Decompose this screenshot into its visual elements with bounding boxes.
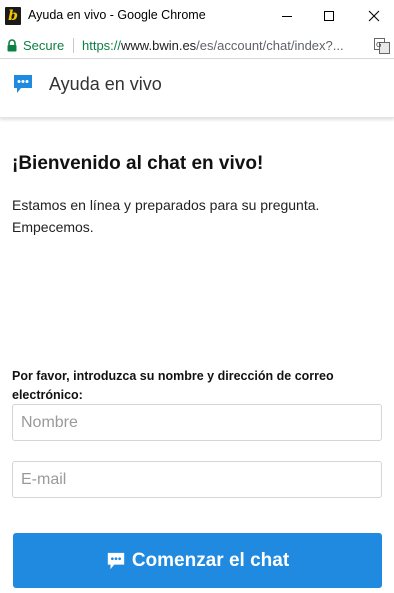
address-divider — [73, 38, 74, 53]
close-icon — [368, 10, 380, 22]
welcome-message: Estamos en línea y preparados para su pr… — [12, 194, 382, 238]
minimize-button[interactable] — [274, 4, 300, 28]
minimize-icon — [282, 16, 292, 17]
start-chat-label: Comenzar el chat — [131, 549, 290, 571]
chat-bubble-icon — [14, 75, 32, 93]
window-title: Ayuda en vivo - Google Chrome — [28, 8, 206, 22]
maximize-icon — [324, 11, 334, 21]
url-text[interactable]: https://www.bwin.es/es/account/chat/inde… — [82, 38, 367, 53]
chat-header: Ayuda en vivo — [0, 60, 394, 118]
form-instructions: Por favor, introduzca su nombre y direcc… — [12, 369, 334, 402]
secure-label[interactable]: Secure — [23, 38, 64, 53]
welcome-title: ¡Bienvenido al chat en vivo! — [12, 153, 264, 174]
close-button[interactable] — [361, 4, 387, 28]
welcome-line-2: Empecemos. — [12, 219, 94, 235]
chat-header-title: Ayuda en vivo — [49, 74, 162, 94]
url-host: www.bwin.es — [121, 38, 197, 53]
start-chat-button[interactable]: Comenzar el chat — [13, 533, 382, 588]
window-titlebar: b Ayuda en vivo - Google Chrome — [0, 0, 394, 32]
translate-icon[interactable]: G — [374, 38, 390, 54]
bwin-logo-icon: b — [5, 7, 21, 25]
welcome-line-1: Estamos en línea y preparados para su pr… — [12, 197, 320, 213]
url-path: /es/account/chat/index?... — [196, 38, 344, 53]
chat-bubble-icon — [107, 552, 125, 569]
name-input[interactable] — [12, 404, 382, 441]
maximize-button[interactable] — [316, 4, 342, 28]
lock-icon — [7, 39, 17, 52]
email-input[interactable] — [12, 461, 382, 498]
url-scheme: https:// — [82, 38, 122, 53]
svg-text:G: G — [376, 41, 381, 49]
address-bar[interactable]: Secure https://www.bwin.es/es/account/ch… — [0, 32, 394, 59]
